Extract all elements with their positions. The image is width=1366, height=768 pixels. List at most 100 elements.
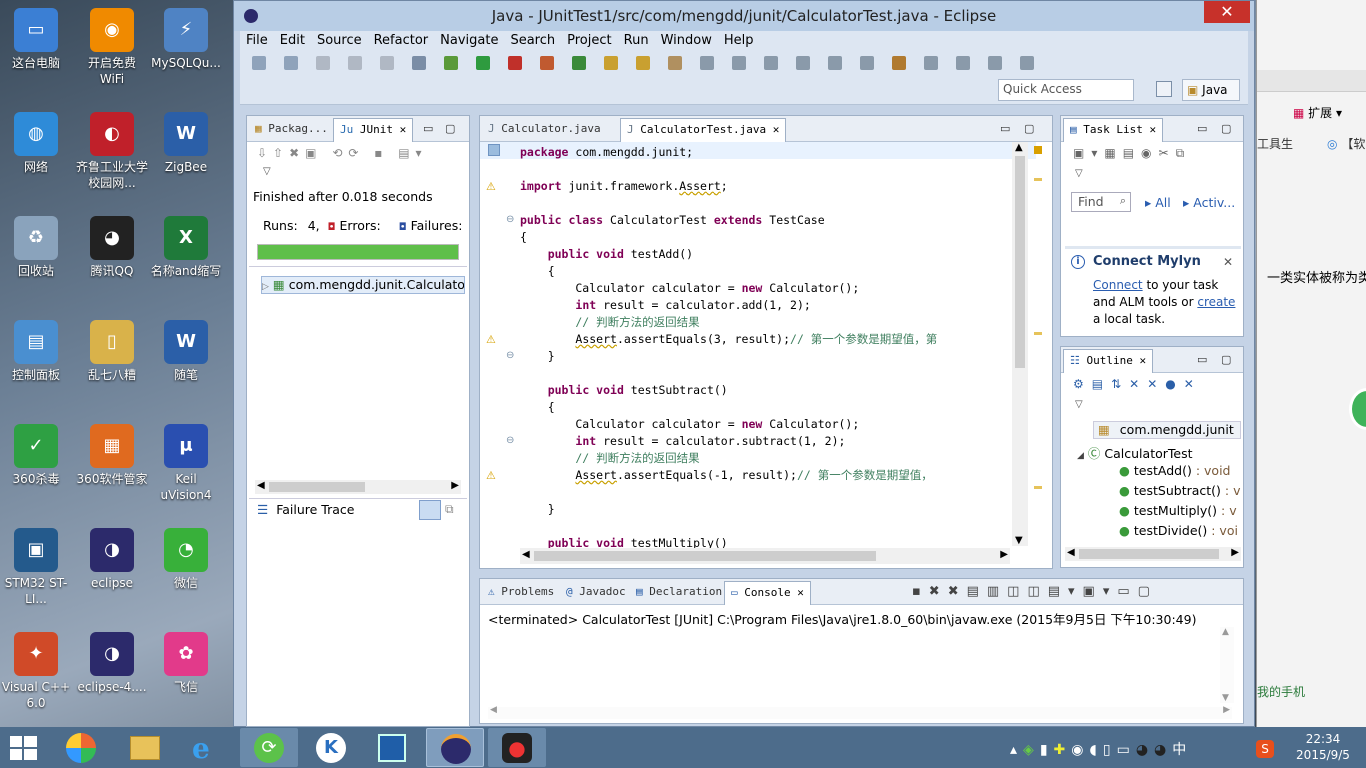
desktop-icon[interactable]: ◑ eclipse [76, 528, 148, 591]
toolbar-icon[interactable] [988, 56, 1002, 70]
desktop-icon[interactable]: ✦ Visual C++ 6.0 [0, 632, 72, 711]
close-icon[interactable]: ✕ [773, 123, 780, 136]
desktop-icon[interactable]: ◉ 开启免费WiFi [76, 8, 148, 87]
toolbar-icon[interactable] [316, 56, 330, 70]
tab-junit[interactable]: Ju JUnit ✕ [333, 118, 414, 142]
close-icon[interactable]: ✕ [1223, 255, 1233, 269]
start-button[interactable] [10, 736, 38, 760]
code-line[interactable]: { [520, 229, 1034, 246]
code-line[interactable]: Calculator calculator = new Calculator()… [520, 280, 1034, 297]
code-line[interactable]: public class CalculatorTest extends Test… [520, 212, 1034, 229]
tab-task-list[interactable]: ▤ Task List ✕ [1063, 118, 1164, 142]
console-vertical-scrollbar[interactable]: ▲ ▼ [1220, 627, 1234, 703]
code-line[interactable]: } [520, 348, 1034, 365]
toolbar-icon[interactable] [604, 56, 618, 70]
toolbar-icon[interactable] [700, 56, 714, 70]
code-line[interactable]: } [520, 501, 1034, 518]
maximize-button[interactable]: ▢ [445, 122, 455, 135]
code-line[interactable] [520, 161, 1034, 178]
console-horizontal-scrollbar[interactable]: ◀ ▶ [488, 705, 1232, 719]
menu-source[interactable]: Source [311, 31, 368, 51]
code-line[interactable] [520, 365, 1034, 382]
code-line[interactable]: // 判断方法的返回结果 [520, 450, 1034, 467]
desktop-icon[interactable]: ▣ STM32 ST-LI... [0, 528, 72, 607]
toolbar-icon[interactable] [476, 56, 490, 70]
toolbar-icon[interactable] [732, 56, 746, 70]
desktop-icon[interactable]: ✓ 360杀毒 [0, 424, 72, 487]
minimize-button[interactable]: ▭ [1197, 122, 1207, 135]
scroll-badge[interactable] [1349, 388, 1366, 430]
desktop-icon[interactable]: ✿ 飞信 [150, 632, 222, 695]
taskbar-360-browser[interactable] [52, 728, 110, 767]
code-line[interactable]: { [520, 399, 1034, 416]
taskbar-explorer[interactable] [116, 728, 174, 767]
desktop-icon[interactable]: ◑ eclipse-4.... [76, 632, 148, 695]
minimize-button[interactable]: ▭ [1197, 353, 1207, 366]
taskbar-app-green[interactable]: ⟳ [240, 728, 298, 767]
code-line[interactable]: package com.mengdd.junit; [520, 144, 1034, 161]
code-line[interactable]: Calculator calculator = new Calculator()… [520, 416, 1034, 433]
toolbar-icon[interactable] [892, 56, 906, 70]
menu-help[interactable]: Help [718, 31, 760, 51]
desktop-icon[interactable]: ▦ 360软件管家 [76, 424, 148, 487]
toolbar-icon[interactable] [668, 56, 682, 70]
compare-icon[interactable]: ⧉ [445, 502, 454, 517]
outline-method[interactable]: ● testDivide() : voi [1119, 523, 1238, 538]
code-line[interactable]: Assert.assertEquals(-1, result);// 第一个参数… [520, 467, 1034, 484]
console-output[interactable]: <terminated> CalculatorTest [JUnit] C:\P… [488, 609, 1196, 628]
desktop-icon[interactable]: μ Keil uVision4 [150, 424, 222, 503]
create-link[interactable]: create [1197, 295, 1235, 309]
close-icon[interactable]: ✕ [797, 586, 804, 599]
tab-declaration[interactable]: ▤ Declaration [630, 581, 728, 605]
browser-tab[interactable]: 工具生 [1257, 135, 1317, 152]
find-input[interactable]: Find ⌕ [1071, 192, 1131, 212]
toolbar-icon[interactable] [412, 56, 426, 70]
toolbar-icon[interactable] [252, 56, 266, 70]
desktop-icon[interactable]: ◕ 腾讯QQ [76, 216, 148, 279]
test-tree-item[interactable]: ▷ ▦ com.mengdd.junit.Calculator [261, 276, 465, 294]
chevron-down-icon[interactable]: ▽ [1075, 168, 1083, 179]
outline-method[interactable]: ● testAdd() : void [1119, 463, 1231, 478]
qq2-icon[interactable]: ◕ [1154, 742, 1172, 758]
fold-toggle-icon[interactable]: ⊖ [506, 350, 514, 361]
code-line[interactable]: { [520, 263, 1034, 280]
toolbar-icon[interactable] [796, 56, 810, 70]
menu-file[interactable]: File [240, 31, 274, 51]
tray-expand-icon[interactable]: ▴ [1010, 742, 1023, 758]
maximize-button[interactable]: ▢ [1221, 353, 1231, 366]
network-icon[interactable]: ◉ [1071, 742, 1089, 758]
clock[interactable]: 22:34 2015/9/5 [1288, 731, 1358, 763]
battery-icon[interactable]: ▯ [1103, 742, 1117, 758]
toolbar-icon[interactable] [444, 56, 458, 70]
taskbar-app-k[interactable]: K [302, 728, 360, 767]
monitor-icon[interactable]: ▭ [1117, 742, 1136, 758]
tab-problems[interactable]: ⚠ Problems [482, 581, 560, 605]
taskbar-app-ladybug[interactable]: ● [488, 728, 546, 767]
qq-icon[interactable]: ◕ [1136, 742, 1154, 758]
taskbar-ie[interactable]: e [178, 728, 236, 767]
menu-navigate[interactable]: Navigate [434, 31, 504, 51]
code-line[interactable]: // 判断方法的返回结果 [520, 314, 1034, 331]
code-line[interactable] [520, 195, 1034, 212]
warning-icon[interactable]: ⚠ [486, 333, 498, 346]
tab-outline[interactable]: ☷ Outline ✕ [1063, 349, 1154, 373]
outline-horizontal-scrollbar[interactable]: ◀ ▶ [1065, 547, 1241, 561]
desktop-icon[interactable]: ▯ 乱七八糟 [76, 320, 148, 383]
menu-refactor[interactable]: Refactor [368, 31, 435, 51]
close-icon[interactable]: ✕ [1149, 123, 1156, 136]
ime-indicator[interactable]: 中 [1172, 742, 1192, 758]
code-line[interactable]: import junit.framework.Assert; [520, 178, 1034, 195]
minimize-button[interactable]: ▭ [423, 122, 433, 135]
connect-link[interactable]: Connect [1093, 278, 1143, 292]
quick-access-input[interactable]: Quick Access [998, 79, 1134, 101]
tab-calculator-java[interactable]: J Calculator.java [482, 118, 607, 142]
toolbar-icon[interactable] [764, 56, 778, 70]
toolbar-icon[interactable] [348, 56, 362, 70]
warning-icon[interactable]: ⚠ [486, 180, 498, 193]
all-filter-link[interactable]: ▸ All [1145, 195, 1171, 210]
menu-window[interactable]: Window [655, 31, 718, 51]
menu-edit[interactable]: Edit [274, 31, 311, 51]
desktop-icon[interactable]: ◐ 齐鲁工业大学校园网... [76, 112, 148, 191]
title-bar[interactable]: Java - JUnitTest1/src/com/mengdd/junit/C… [234, 1, 1254, 31]
outline-method[interactable]: ● testMultiply() : v [1119, 503, 1237, 518]
